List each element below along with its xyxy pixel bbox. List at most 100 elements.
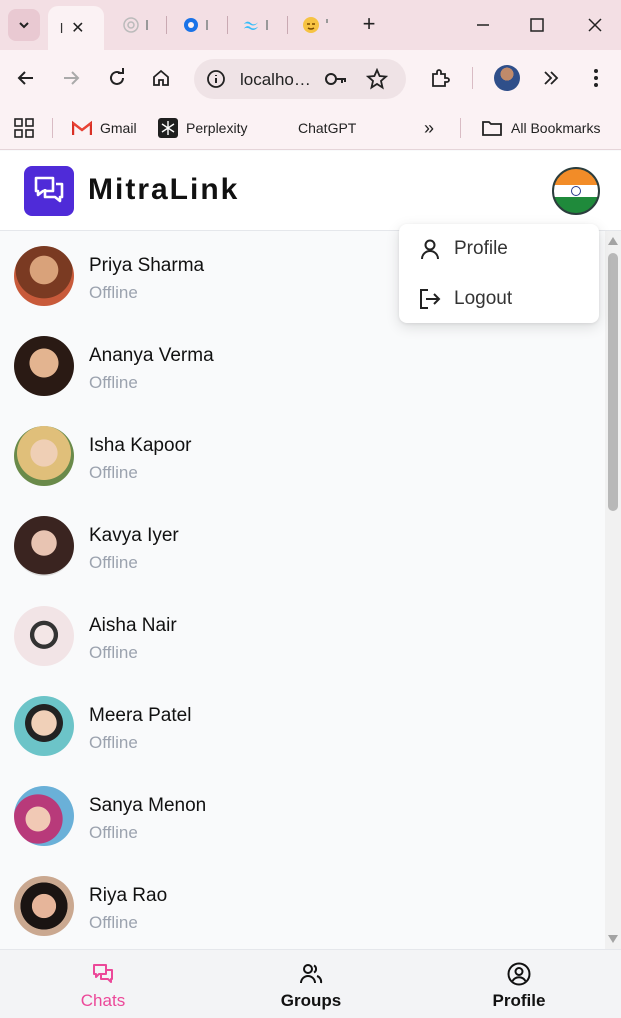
address-bar[interactable]: localho… [194, 59, 406, 99]
bookmark-perplexity[interactable]: Perplexity [158, 117, 247, 139]
chevron-double-right-icon [544, 71, 559, 85]
contact-name: Aisha Nair [89, 615, 177, 636]
nav-label: Groups [280, 991, 342, 1010]
chat-item[interactable]: Kavya Iyer Offline [0, 501, 605, 591]
browser-toolbar: localho… [0, 50, 621, 106]
avatar [14, 246, 74, 306]
bookmark-label: All Bookmarks [511, 120, 601, 136]
close-icon[interactable]: ✕ [71, 18, 84, 38]
bookmark-label: Gmail [100, 120, 137, 136]
extensions-button[interactable] [426, 64, 454, 92]
home-button[interactable] [147, 64, 175, 92]
tailwind-icon [243, 21, 259, 31]
window-close-icon[interactable] [584, 14, 606, 36]
contact-status: Offline [89, 733, 138, 752]
browser-tab-strip: l ✕ + [0, 0, 621, 50]
chat-item[interactable]: Riya Rao Offline [0, 861, 605, 949]
maximize-icon[interactable] [526, 14, 548, 36]
info-icon[interactable] [206, 69, 226, 89]
star-icon[interactable] [366, 68, 388, 90]
folder-icon [482, 121, 502, 136]
logout-icon [420, 289, 441, 309]
bookmark-chatgpt[interactable]: ChatGPT [298, 117, 356, 139]
browser-tab-openai[interactable] [108, 6, 166, 44]
contact-status: Offline [89, 553, 138, 572]
perplexity-icon [158, 118, 178, 138]
chevron-down-icon [19, 22, 29, 29]
bookmark-gmail[interactable]: Gmail [72, 117, 137, 139]
key-icon[interactable] [324, 69, 348, 89]
gear-icon [184, 18, 198, 32]
scroll-down-arrow[interactable] [608, 935, 618, 943]
nav-label: Profile [492, 991, 546, 1010]
chat-item[interactable]: Meera Patel Offline [0, 681, 605, 771]
contact-status: Offline [89, 373, 138, 392]
emoji-icon [303, 17, 319, 33]
nav-label: Chats [80, 991, 126, 1010]
back-button[interactable] [12, 64, 40, 92]
avatar [14, 516, 74, 576]
scroll-thumb[interactable] [608, 253, 618, 511]
browser-tab-emoji[interactable] [288, 6, 346, 44]
app-header: MitraLink [0, 151, 621, 231]
user-avatar-button[interactable] [552, 167, 600, 215]
kebab-menu-icon [594, 69, 598, 87]
avatar [14, 786, 74, 846]
browser-tab-active[interactable]: l ✕ [48, 6, 104, 50]
profile-circle-icon [507, 962, 531, 986]
chat-bubbles-icon [34, 176, 64, 203]
browser-tab-tailwind[interactable] [228, 6, 286, 44]
user-icon [421, 239, 439, 260]
reload-icon [110, 68, 124, 85]
app-logo[interactable] [24, 166, 74, 216]
minimize-icon[interactable] [472, 14, 494, 36]
user-dropdown-menu: Profile Logout [399, 224, 599, 323]
brand-name: MitraLink [88, 173, 240, 206]
browser-profile-avatar[interactable] [494, 65, 520, 91]
chat-item[interactable]: Aisha Nair Offline [0, 591, 605, 681]
contact-status: Offline [89, 823, 138, 842]
browser-tab-settings[interactable] [168, 6, 226, 44]
avatar [14, 876, 74, 936]
chevron-double-right-icon: » [424, 117, 435, 138]
more-bookmarks-button[interactable]: » [424, 117, 434, 139]
arrow-left-icon [17, 71, 33, 85]
bottom-navigation: Chats Groups Profile [0, 949, 621, 1018]
new-tab-button[interactable]: + [357, 12, 381, 36]
menu-item-label: Profile [454, 238, 508, 259]
address-text: localho… [240, 70, 311, 89]
browser-menu-button[interactable] [582, 64, 610, 92]
chat-item[interactable]: Isha Kapoor Offline [0, 411, 605, 501]
menu-item-profile[interactable]: Profile [399, 226, 599, 272]
forward-button[interactable] [57, 64, 85, 92]
contact-status: Offline [89, 643, 138, 662]
puzzle-icon [432, 69, 450, 87]
tab-search-button[interactable] [8, 9, 40, 41]
nav-profile[interactable]: Profile [459, 950, 579, 1018]
scrollbar[interactable] [605, 231, 621, 949]
contact-name: Sanya Menon [89, 795, 207, 816]
bookmarks-bar: Gmail Perplexity ChatGPT » All Bookmarks [0, 106, 621, 150]
bookmark-all[interactable]: All Bookmarks [481, 117, 600, 139]
apps-grid-icon [14, 118, 34, 138]
tab-title: l [60, 20, 64, 36]
contact-name: Isha Kapoor [89, 435, 192, 456]
more-tabs-button[interactable] [537, 64, 565, 92]
contact-name: Riya Rao [89, 885, 168, 906]
chat-item[interactable]: Ananya Verma Offline [0, 321, 605, 411]
nav-groups[interactable]: Groups [251, 950, 371, 1018]
flag-chakra [571, 186, 581, 196]
contact-name: Priya Sharma [89, 255, 205, 276]
reload-button[interactable] [103, 64, 131, 92]
gmail-icon [72, 120, 92, 135]
nav-chats[interactable]: Chats [43, 950, 163, 1018]
groups-icon [300, 964, 323, 984]
scroll-up-arrow[interactable] [608, 237, 618, 245]
menu-item-logout[interactable]: Logout [399, 276, 599, 322]
avatar [14, 606, 74, 666]
avatar [14, 336, 74, 396]
bookmark-label: Perplexity [186, 120, 248, 136]
home-icon [153, 69, 169, 86]
chat-item[interactable]: Sanya Menon Offline [0, 771, 605, 861]
apps-button[interactable] [14, 117, 34, 139]
